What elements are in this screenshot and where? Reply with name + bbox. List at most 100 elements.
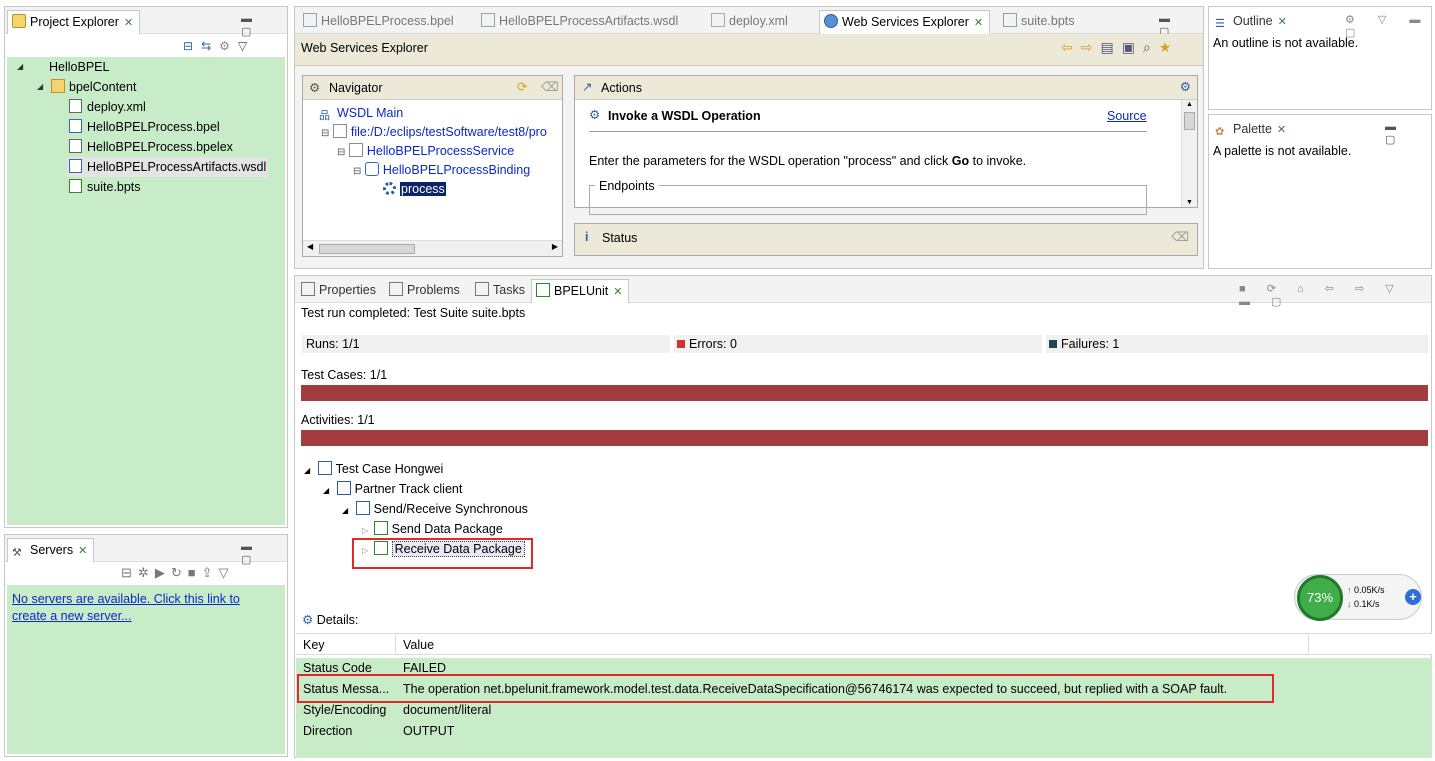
collapse-all-icon[interactable]: ⊟ [183,39,201,53]
collapse-icon[interactable]: ⊟ [121,565,138,580]
view-menu-icon[interactable]: ▽ [218,565,234,580]
tree-item-wsdl[interactable]: HelloBPELProcessArtifacts.wsdl [67,157,269,177]
tab-deploy[interactable]: deploy.xml [707,10,794,34]
expand-icon[interactable]: ◢ [323,486,329,495]
tree-item-suite[interactable]: suite.bpts [69,177,141,197]
send-icon [373,521,388,535]
tree-item-bpel[interactable]: HelloBPELProcess.bpel [69,117,220,137]
tab-bpelunit[interactable]: BPELUnit ✕ [531,279,630,303]
tree-item-bpelcontent[interactable]: ◢ bpelContent [37,77,136,97]
nav-label[interactable]: WSDL Main [337,106,403,120]
start-icon[interactable]: ▶ [155,565,171,580]
tab-label: BPELUnit [554,284,609,298]
tree-partner-track[interactable]: ◢ Partner Track client [323,479,462,499]
close-icon[interactable]: ✕ [613,286,622,298]
tree-test-case[interactable]: ◢ Test Case Hongwei [304,459,443,479]
expand-icon[interactable]: ▷ [362,526,368,535]
scroll-left-icon[interactable]: ◀ [307,242,313,251]
search-icon[interactable]: ⌕ [1143,39,1159,55]
tab-servers[interactable]: ⚒ Servers ✕ [7,538,95,562]
navigator-title: Navigator [329,81,383,95]
nav-wsdl-main[interactable]: 品 WSDL Main [319,103,403,123]
column-header-value[interactable]: Value [403,635,434,656]
tree-item-hellobpel[interactable]: ◢ HelloBPEL [17,57,109,77]
tab-label: Problems [407,283,460,297]
navigator-hscrollbar[interactable]: ◀ ▶ [303,240,562,256]
table-row[interactable]: Style/Encoding document/literal [296,700,1432,721]
service-icon [348,143,363,157]
status-title: Status [602,231,638,245]
nav-label[interactable]: HelloBPELProcessService [367,144,514,158]
tab-suite[interactable]: suite.bpts [999,10,1081,34]
bpelunit-toolbar[interactable]: ■ ⟳ ⌂ ⇦ ⇨ ▽ ▬ ▢ [1239,282,1431,308]
close-icon[interactable]: ✕ [1277,124,1286,136]
tab-web-services-explorer[interactable]: Web Services Explorer ✕ [819,10,991,34]
expand-icon[interactable]: ◢ [17,57,23,77]
tree-label: Test Case Hongwei [335,462,444,476]
link-line-1[interactable]: No servers are available. Click this lin… [12,591,240,608]
nav-process[interactable]: process [383,179,446,199]
nav-label[interactable]: HelloBPELProcessBinding [383,163,530,177]
nav-file[interactable]: ⊟ file:/D:/eclips/testSoftware/test8/pro [321,122,547,142]
clear-status-icon[interactable]: ⌫ [1171,229,1189,244]
collapse-icon[interactable]: ⊟ [353,166,361,177]
forward-icon[interactable]: ⇨ [1081,39,1101,55]
window-controls[interactable]: ▬ ▢ [1385,121,1431,146]
close-icon[interactable]: ✕ [78,545,87,557]
details-text: Details: [316,613,359,627]
source-link[interactable]: Source [1107,109,1147,123]
scroll-up-icon[interactable]: ▲ [1186,101,1193,108]
add-icon[interactable]: + [1405,589,1421,605]
tree-item-deploy[interactable]: deploy.xml [69,97,146,117]
debug-icon[interactable]: ✲ [138,565,155,580]
tab-problems[interactable]: Problems [385,279,466,303]
tab-outline[interactable]: ☰ Outline ✕ [1211,10,1293,34]
nav-label[interactable]: process [400,182,446,196]
scroll-thumb[interactable] [1184,112,1195,130]
collapse-icon[interactable]: ⊟ [321,128,329,139]
tab-properties[interactable]: Properties [297,279,382,303]
back-icon[interactable]: ⇦ [1061,39,1081,55]
new-server-link[interactable]: No servers are available. Click this lin… [12,591,240,625]
tree-send-data[interactable]: ▷ Send Data Package [362,519,503,539]
expand-icon[interactable]: ◢ [304,466,310,475]
tab-palette[interactable]: ✿ Palette ✕ [1211,118,1292,142]
tree-item-bpelex[interactable]: HelloBPELProcess.bpelex [69,137,233,157]
close-icon[interactable]: ✕ [974,17,983,29]
close-icon[interactable]: ✕ [1278,16,1287,28]
tab-bpel[interactable]: HelloBPELProcess.bpel [299,10,460,34]
view-menu-icon[interactable]: ▽ [238,39,255,53]
star-icon[interactable]: ★ [1159,39,1180,55]
link-line-2[interactable]: create a new server... [12,608,240,625]
favorites-icon[interactable]: ▣ [1122,39,1143,55]
nav-service[interactable]: ⊟ HelloBPELProcessService [337,141,514,161]
cpu-gauge[interactable]: 73% [1297,575,1343,621]
close-icon[interactable]: ✕ [124,17,133,29]
scroll-down-icon[interactable]: ▼ [1186,199,1193,206]
profile-icon[interactable]: ↻ [171,565,188,580]
publish-icon[interactable]: ⇪ [202,565,219,580]
expand-icon[interactable]: ◢ [37,77,43,97]
stop-icon[interactable]: ■ [188,565,202,580]
nav-label[interactable]: file:/D:/eclips/testSoftware/test8/pro [351,125,547,139]
window-controls[interactable]: ▬ ▢ [241,13,287,38]
window-controls[interactable]: ▬ ▢ [241,541,287,566]
clear-icon[interactable]: ⌫ [541,79,559,94]
column-header-key[interactable]: Key [303,635,325,656]
actions-vscrollbar[interactable]: ▲ ▼ [1181,100,1197,207]
refresh-icon[interactable]: ⟳ [517,79,527,94]
scroll-right-icon[interactable]: ▶ [552,242,558,251]
table-row[interactable]: Direction OUTPUT [296,721,1432,742]
expand-icon[interactable]: ◢ [342,506,348,515]
tree-send-receive[interactable]: ◢ Send/Receive Synchronous [342,499,528,519]
scroll-thumb[interactable] [319,244,415,254]
history-icon[interactable]: ▤ [1100,39,1121,55]
tab-project-explorer[interactable]: Project Explorer ✕ [7,10,141,34]
filter-icon[interactable]: ⚙ [219,39,238,53]
tab-wsdl[interactable]: HelloBPELProcessArtifacts.wsdl [477,10,684,34]
link-editor-icon[interactable]: ⇆ [201,39,219,53]
nav-binding[interactable]: ⊟ HelloBPELProcessBinding [353,160,530,180]
collapse-icon[interactable]: ⊟ [337,147,345,158]
tab-tasks[interactable]: Tasks [471,279,531,303]
maximize-icon[interactable]: ⚙ [1180,79,1191,94]
